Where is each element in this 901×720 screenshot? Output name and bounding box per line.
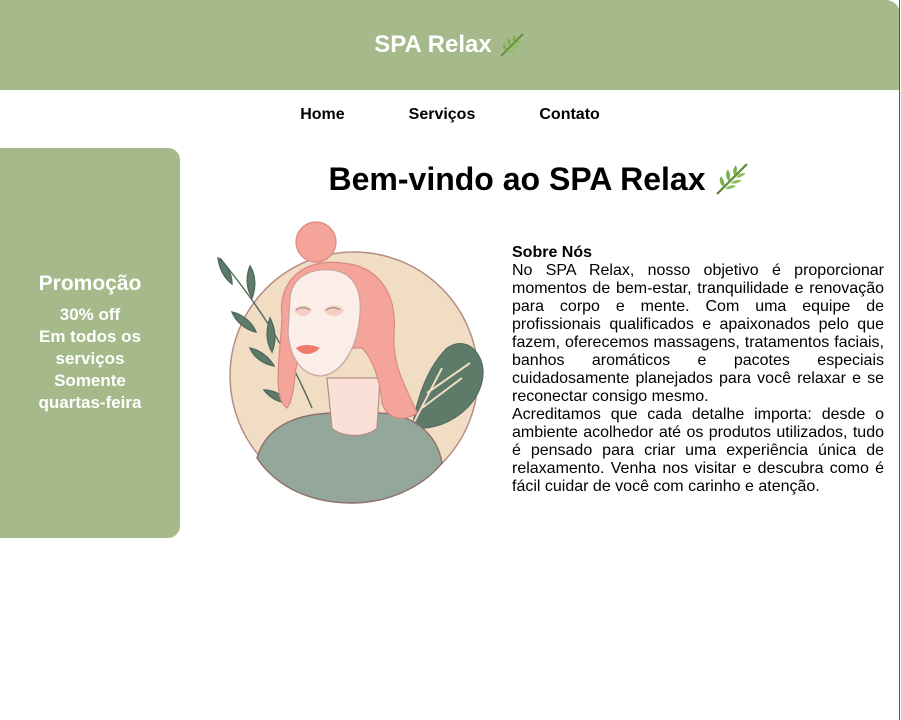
nav-item-home[interactable]: Home: [300, 106, 344, 124]
site-title: SPA Relax: [374, 31, 525, 59]
herb-leaf-icon: [716, 163, 749, 195]
promo-sidebar: Promoção 30% off Em todos os serviços So…: [0, 148, 180, 538]
page: SPA Relax Home Serviços Contato Promoção…: [0, 0, 900, 720]
promo-line: serviços: [55, 349, 125, 368]
page-title-text: Bem-vindo ao SPA Relax: [328, 160, 706, 197]
page-title: Bem-vindo ao SPA Relax: [180, 160, 899, 198]
promo-title: Promoção: [38, 272, 142, 295]
spa-woman-illustration: [217, 221, 484, 504]
nav-item-contato[interactable]: Contato: [539, 106, 599, 124]
promo-line: quartas-feira: [38, 393, 142, 412]
about-paragraph: Acreditamos que cada detalhe importa: de…: [512, 406, 884, 495]
main-nav: Home Serviços Contato: [0, 90, 899, 140]
nav-item-servicos[interactable]: Serviços: [409, 106, 476, 124]
about-paragraph: No SPA Relax, nosso objetivo é proporcio…: [512, 262, 884, 405]
about-title: Sobre Nós: [512, 244, 593, 261]
promo-line: Em todos os: [38, 327, 141, 346]
promo-line: 30% off: [59, 305, 121, 324]
herb-leaf-icon: [500, 33, 524, 57]
promo-line: Somente: [54, 371, 126, 390]
site-header: SPA Relax: [0, 0, 899, 90]
site-title-text: SPA Relax: [374, 31, 492, 58]
about-section: Sobre Nós No SPA Relax, nosso objetivo é…: [512, 244, 884, 496]
